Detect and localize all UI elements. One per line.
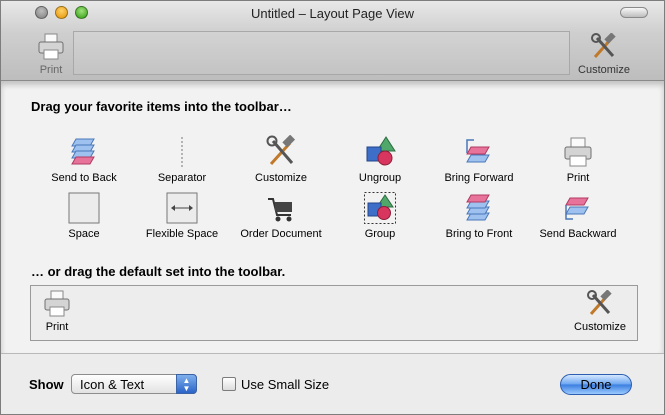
palette-item-label: Space bbox=[68, 228, 100, 240]
updown-arrows-icon: ▲ ▼ bbox=[176, 374, 197, 394]
use-small-size-label[interactable]: Use Small Size bbox=[241, 377, 329, 392]
palette-item-order-document[interactable]: Order Document bbox=[233, 191, 329, 240]
space-icon bbox=[68, 192, 100, 224]
palette-item-bring-to-front[interactable]: Bring to Front bbox=[431, 191, 527, 240]
palette-item-separator[interactable]: Separator bbox=[134, 135, 230, 184]
palette-item-flexible-space[interactable]: Flexible Space bbox=[134, 191, 230, 240]
favorites-heading: Drag your favorite items into the toolba… bbox=[31, 99, 292, 114]
bring-forward-icon bbox=[466, 139, 490, 163]
palette-item-space[interactable]: Space bbox=[36, 191, 132, 240]
toolbar-customize-window: Untitled – Layout Page View Print Custom… bbox=[0, 0, 665, 415]
customize-sheet: Drag your favorite items into the toolba… bbox=[1, 81, 664, 353]
default-set-print: Print bbox=[37, 290, 77, 333]
palette-item-ungroup[interactable]: Ungroup bbox=[332, 135, 428, 184]
palette-item-label: Send Backward bbox=[539, 228, 617, 240]
palette-item-label: Separator bbox=[157, 172, 207, 184]
use-small-size-checkbox[interactable] bbox=[222, 377, 236, 391]
palette-item-send-to-back[interactable]: Send to Back bbox=[36, 135, 132, 184]
palette-item-send-backward[interactable]: Send Backward bbox=[530, 191, 626, 240]
default-set-customize-label: Customize bbox=[574, 321, 626, 333]
print-icon bbox=[38, 33, 64, 60]
palette-item-label: Ungroup bbox=[358, 172, 402, 184]
toolbar-customize-button[interactable]: Customize bbox=[571, 32, 637, 76]
palette-item-label: Bring to Front bbox=[445, 228, 513, 240]
default-set-heading: … or drag the default set into the toolb… bbox=[31, 264, 286, 279]
palette-item-customize[interactable]: Customize bbox=[233, 135, 329, 184]
palette-item-label: Group bbox=[364, 228, 396, 240]
toolbar-toggle-button[interactable] bbox=[620, 7, 648, 18]
toolbar-drop-area[interactable] bbox=[73, 31, 570, 75]
palette-item-label: Send to Back bbox=[51, 172, 117, 184]
show-popup-value: Icon & Text bbox=[80, 377, 145, 392]
default-set-well[interactable]: Print Customize bbox=[30, 285, 638, 341]
default-set-print-label: Print bbox=[45, 321, 69, 333]
palette-item-label: Flexible Space bbox=[145, 228, 219, 240]
palette-item-label: Customize bbox=[255, 172, 307, 184]
palette-item-label: Bring Forward bbox=[444, 172, 514, 184]
done-button[interactable]: Done bbox=[560, 374, 632, 395]
palette-item-group[interactable]: Group bbox=[332, 191, 428, 240]
separator-icon bbox=[181, 137, 183, 167]
palette-item-print[interactable]: Print bbox=[530, 135, 626, 184]
ungroup-icon bbox=[366, 136, 396, 166]
window-title: Untitled – Layout Page View bbox=[250, 6, 415, 21]
palette-item-bring-forward[interactable]: Bring Forward bbox=[431, 135, 527, 184]
toolbar-customize-label: Customize bbox=[578, 64, 630, 76]
palette-item-label: Print bbox=[566, 172, 590, 184]
title-toolbar-area: Untitled – Layout Page View Print Custom… bbox=[1, 1, 664, 81]
bring-to-front-icon bbox=[466, 194, 490, 221]
customize-icon bbox=[591, 32, 616, 58]
show-label: Show bbox=[29, 377, 64, 392]
print-icon bbox=[564, 137, 592, 167]
flexible-space-icon bbox=[166, 192, 198, 224]
bottom-bar: Show Icon & Text ▲ ▼ Use Small Size Done bbox=[1, 353, 664, 414]
cart-icon bbox=[268, 198, 292, 222]
customize-icon bbox=[266, 135, 296, 166]
toolbar-print-button[interactable]: Print bbox=[29, 33, 73, 76]
default-set-customize: Customize bbox=[567, 289, 633, 333]
customize-icon bbox=[587, 289, 612, 315]
send-backward-icon bbox=[565, 197, 589, 220]
toolbar-print-label: Print bbox=[39, 64, 63, 76]
show-popup-button[interactable]: Icon & Text ▲ ▼ bbox=[71, 374, 197, 394]
send-to-back-icon bbox=[71, 138, 95, 165]
print-icon bbox=[44, 290, 70, 317]
palette-item-label: Order Document bbox=[240, 228, 322, 240]
group-icon bbox=[364, 192, 396, 224]
